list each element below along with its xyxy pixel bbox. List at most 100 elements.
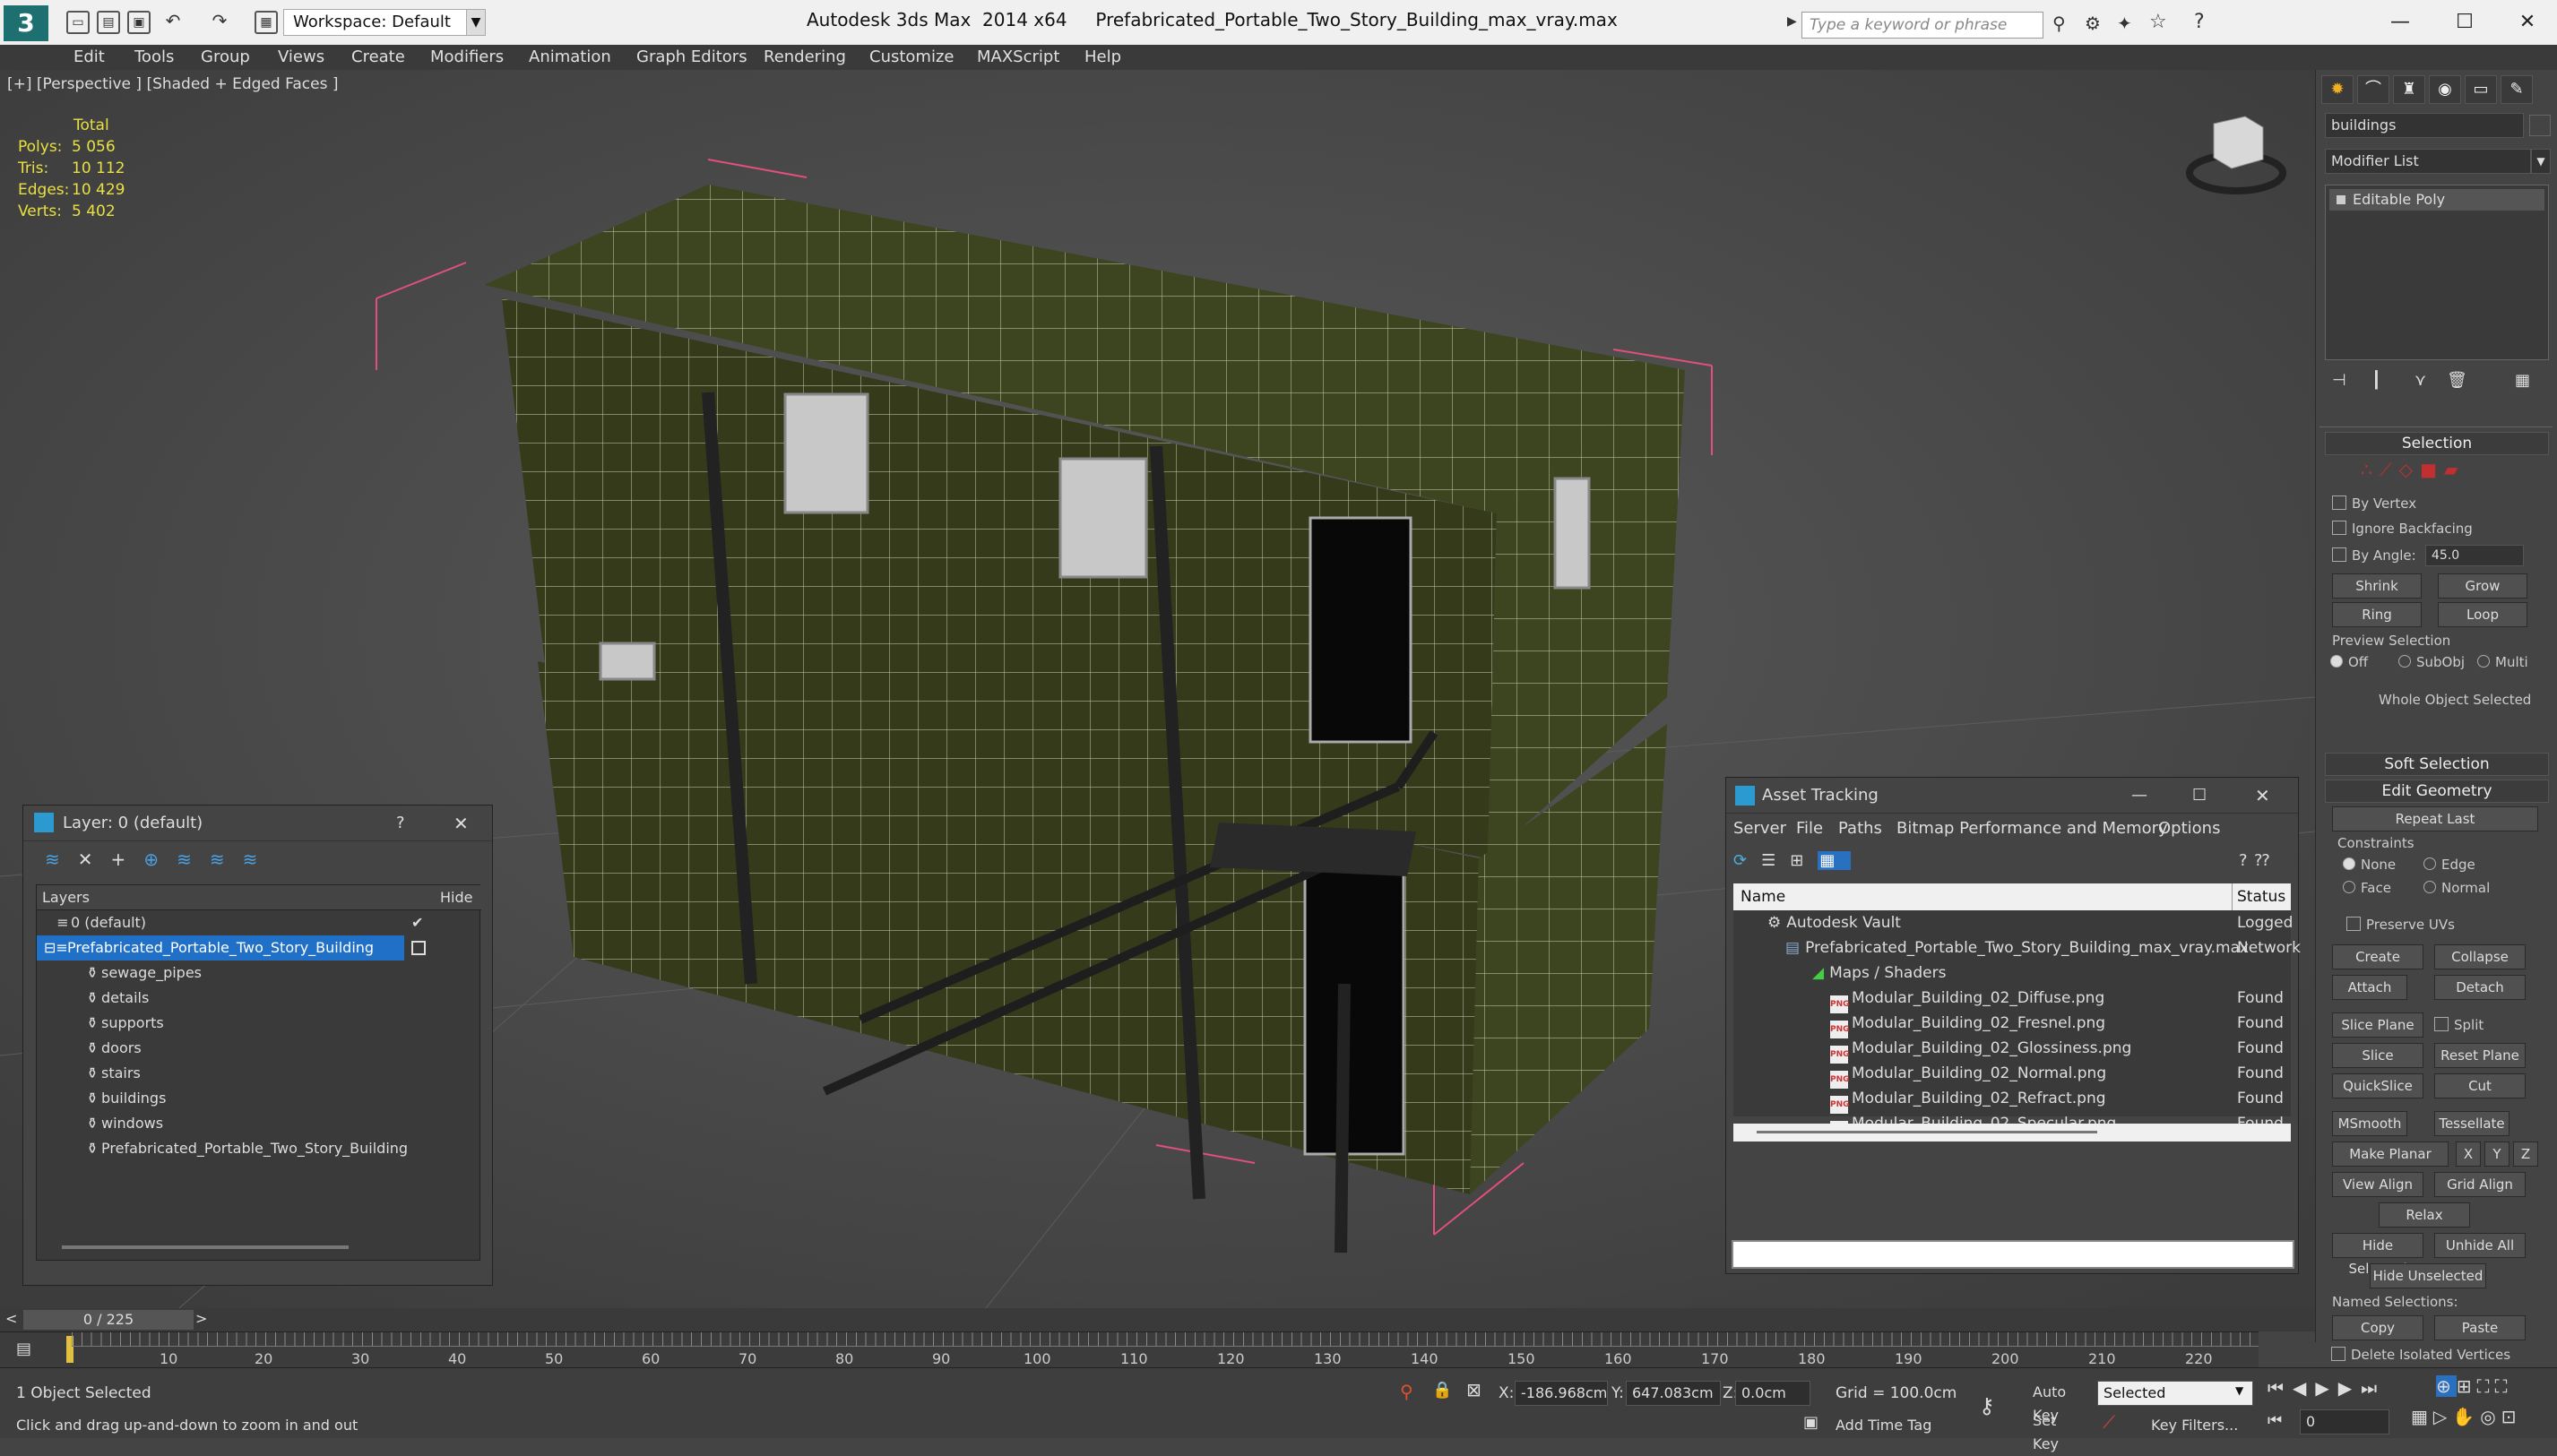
menu-graph-editors[interactable]: Graph Editors — [636, 45, 747, 70]
column-layers[interactable]: Layers — [42, 889, 90, 906]
menu-edit[interactable]: Edit — [73, 45, 105, 70]
create-tab-icon[interactable]: ✹ — [2321, 75, 2354, 104]
cut-button[interactable]: Cut — [2434, 1073, 2526, 1098]
pin-stack-icon[interactable]: ⊣ — [2332, 371, 2346, 390]
hide-all-icon[interactable]: ≋ — [210, 849, 243, 870]
menu-modifiers[interactable]: Modifiers — [430, 45, 504, 70]
quickslice-button[interactable]: QuickSlice — [2332, 1073, 2423, 1098]
by-angle-checkbox[interactable]: By Angle: — [2332, 547, 2416, 564]
select-objects-icon[interactable]: ⊕ — [143, 849, 177, 870]
make-unique-icon[interactable]: ⋎ — [2414, 371, 2426, 390]
tessellate-button[interactable]: Tessellate — [2434, 1111, 2509, 1136]
previous-frame-icon[interactable]: ◀ — [2293, 1377, 2315, 1399]
asset-horizontal-scrollbar[interactable] — [1733, 1124, 2291, 1142]
expand-arrow-icon[interactable]: ▶ — [1787, 14, 1797, 29]
constraint-none-radio[interactable]: None — [2343, 857, 2396, 873]
list-view-icon[interactable]: ☰ — [1761, 851, 1790, 870]
menu-tools[interactable]: Tools — [134, 45, 174, 70]
absolute-mode-icon[interactable]: ⊠ — [1466, 1379, 1482, 1400]
layer-row[interactable]: ⚱ doors — [37, 1036, 141, 1061]
layer-row[interactable]: ⚱ windows — [37, 1111, 163, 1136]
orbit-icon[interactable]: ◎ — [2480, 1406, 2501, 1427]
selection-rollout-header[interactable]: Selection — [2325, 432, 2549, 455]
help-icon[interactable]: ? — [2239, 851, 2255, 870]
shrink-button[interactable]: Shrink — [2332, 573, 2422, 599]
detach-button[interactable]: Detach — [2434, 975, 2526, 1000]
soft-selection-rollout-header[interactable]: Soft Selection — [2325, 753, 2549, 776]
planar-y-button[interactable]: Y — [2484, 1142, 2509, 1167]
chevron-down-icon[interactable]: ▼ — [466, 9, 486, 36]
time-tag-icon[interactable]: ▣ — [1803, 1413, 1818, 1432]
3dsmax-logo-icon[interactable]: 3 — [4, 5, 48, 41]
add-to-layer-icon[interactable]: + — [111, 849, 144, 870]
help-icon[interactable]: ? — [2194, 11, 2205, 33]
asset-window-titlebar[interactable]: Asset Tracking — ☐ ✕ — [1726, 778, 2298, 814]
close-icon[interactable]: ✕ — [454, 806, 469, 841]
planar-x-button[interactable]: X — [2456, 1142, 2481, 1167]
edit-geometry-rollout-header[interactable]: Edit Geometry — [2325, 780, 2549, 803]
hierarchy-tab-icon[interactable]: ♜ — [2393, 75, 2425, 104]
layer-row[interactable]: ⚱ sewage_pipes — [37, 961, 202, 986]
preview-off-radio[interactable]: Off — [2330, 654, 2368, 670]
table-row[interactable]: PNG Modular_Building_02_Diffuse.png Found — [1733, 986, 2291, 1013]
chevron-down-icon[interactable]: ▼ — [2531, 149, 2551, 174]
close-icon[interactable]: ✕ — [2509, 7, 2545, 38]
copy-button[interactable]: Copy — [2332, 1315, 2423, 1340]
layer-window-titlebar[interactable]: Layer: 0 (default) ? ✕ — [23, 806, 492, 841]
display-tab-icon[interactable]: ▭ — [2465, 75, 2497, 104]
column-status[interactable]: Status — [2237, 883, 2285, 910]
project-folder-icon[interactable]: ▦ — [255, 11, 278, 34]
context-help-icon[interactable]: ⁇ — [2255, 851, 2277, 870]
stack-item-editable-poly[interactable]: Editable Poly — [2329, 189, 2544, 211]
horizontal-scrollbar[interactable] — [62, 1245, 349, 1249]
highlight-layer-icon[interactable]: ≋ — [177, 849, 210, 870]
y-coordinate-field[interactable]: 647.083cm — [1626, 1381, 1721, 1406]
time-prev-icon[interactable]: < — [5, 1310, 17, 1327]
asset-menu-paths[interactable]: Paths — [1838, 819, 1882, 838]
open-file-icon[interactable]: ▤ — [97, 11, 120, 34]
hide-toggle-box[interactable] — [411, 941, 426, 955]
table-row[interactable]: PNG Modular_Building_02_Refract.png Found — [1733, 1086, 2291, 1114]
table-row[interactable]: ▤ Prefabricated_Portable_Two_Story_Buildi… — [1733, 935, 2301, 961]
collapse-button[interactable]: Collapse — [2434, 944, 2526, 969]
slice-button[interactable]: Slice — [2332, 1043, 2423, 1068]
table-row[interactable]: ⚙ Autodesk Vault Logged — [1733, 910, 2293, 935]
delete-isolated-checkbox[interactable]: Delete Isolated Vertices — [2331, 1346, 2510, 1364]
create-button[interactable]: Create — [2332, 944, 2423, 969]
layer-row[interactable]: ⚱ stairs — [37, 1061, 140, 1086]
delete-layer-icon[interactable]: ✕ — [78, 849, 111, 870]
hide-unselected-button[interactable]: Hide Unselected — [2370, 1263, 2486, 1288]
pan-icon[interactable]: ✋ — [2452, 1406, 2480, 1427]
grid-align-button[interactable]: Grid Align — [2434, 1172, 2526, 1197]
preserve-uvs-checkbox[interactable]: Preserve UVs — [2346, 916, 2455, 934]
table-row[interactable]: PNG Modular_Building_02_Fresnel.png Found — [1733, 1011, 2291, 1038]
motion-tab-icon[interactable]: ◉ — [2429, 75, 2461, 104]
asset-menu-bitmap[interactable]: Bitmap Performance and Memory — [1896, 819, 2168, 838]
asset-path-field[interactable] — [1732, 1240, 2294, 1269]
z-coordinate-field[interactable]: 0.0cm — [1735, 1381, 1810, 1406]
asset-menu-options[interactable]: Options — [2158, 819, 2220, 838]
maximize-viewport-icon[interactable]: ⊡ — [2501, 1406, 2522, 1427]
loop-button[interactable]: Loop — [2438, 602, 2527, 627]
planar-z-button[interactable]: Z — [2513, 1142, 2538, 1167]
set-key-key-icon[interactable]: ⚷ — [1979, 1393, 1995, 1418]
track-bar[interactable]: ▤ 10 20 30 40 50 60 70 80 90 100 110 120… — [0, 1331, 2259, 1367]
ignore-backfacing-checkbox[interactable]: Ignore Backfacing — [2332, 520, 2473, 538]
modify-tab-icon[interactable]: ⌒ — [2357, 75, 2389, 104]
field-of-view-icon[interactable]: ▷ — [2433, 1406, 2452, 1427]
menu-group[interactable]: Group — [201, 45, 250, 70]
column-name[interactable]: Name — [1741, 883, 1785, 910]
new-file-icon[interactable]: ▭ — [66, 11, 90, 34]
layer-row[interactable]: ⚱ details — [37, 986, 149, 1011]
split-checkbox[interactable]: Split — [2434, 1016, 2484, 1034]
minimize-icon[interactable]: — — [2131, 778, 2147, 814]
grow-button[interactable]: Grow — [2438, 573, 2527, 599]
workspace-dropdown[interactable]: Workspace: Default — [283, 9, 482, 36]
checkmark-icon[interactable]: ✔ — [411, 910, 423, 935]
menu-views[interactable]: Views — [278, 45, 324, 70]
tree-view-icon[interactable]: ⊞ — [1790, 851, 1818, 870]
show-end-result-icon[interactable]: ┃ — [2371, 371, 2381, 390]
create-layer-icon[interactable]: ≋ — [45, 849, 78, 870]
subscription-icon[interactable]: ⚙ — [2085, 13, 2101, 34]
close-icon[interactable]: ✕ — [2255, 778, 2270, 814]
